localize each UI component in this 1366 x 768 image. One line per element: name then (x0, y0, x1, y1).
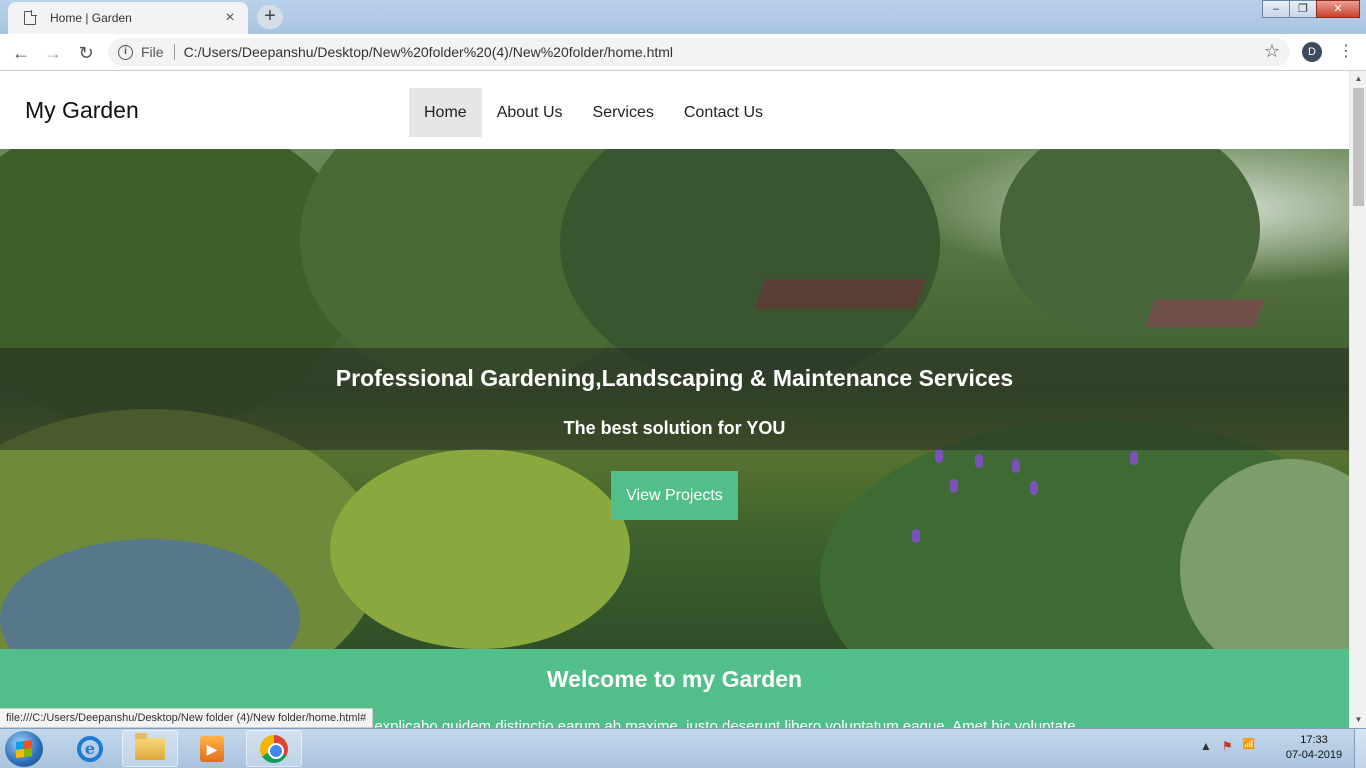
hero-flower (950, 479, 958, 493)
address-bar[interactable]: i File C:/Users/Deepanshu/Desktop/New%20… (108, 38, 1290, 66)
system-tray: ▲ ⚑ 📶 (1200, 739, 1255, 753)
hero-flower (912, 529, 920, 543)
chrome-icon (260, 734, 288, 763)
taskbar: e ▶ ▲ ⚑ 📶 17:33 07-04-2019 (0, 728, 1366, 768)
nav-home[interactable]: Home (409, 88, 482, 137)
scroll-down-icon[interactable]: ▼ (1350, 712, 1366, 728)
welcome-title: Welcome to my Garden (546, 666, 803, 692)
close-window-button[interactable]: ✕ (1316, 0, 1360, 18)
page-viewport: My Garden Home About Us Services Contact… (0, 71, 1366, 728)
page-scrollbar[interactable]: ▲ ▼ (1349, 71, 1366, 728)
taskbar-clock[interactable]: 17:33 07-04-2019 (1280, 733, 1348, 763)
view-projects-button[interactable]: View Projects (611, 471, 738, 520)
taskbar-chrome[interactable] (246, 730, 302, 767)
new-tab-button[interactable]: + (257, 5, 283, 29)
show-hidden-icons-icon[interactable]: ▲ (1200, 739, 1212, 753)
profile-avatar[interactable]: D (1302, 42, 1322, 62)
reload-button[interactable]: ↻ (73, 40, 99, 66)
scroll-thumb[interactable] (1353, 88, 1364, 206)
nav-about-us[interactable]: About Us (482, 88, 578, 137)
hero-title: Professional Gardening,Landscaping & Mai… (335, 365, 1014, 391)
hero-flower (975, 454, 983, 468)
hero-flower (1130, 451, 1138, 465)
browser-titlebar: Home | Garden × + – ❐ ✕ (0, 0, 1366, 34)
hero-flower (1012, 459, 1020, 473)
nav-contact-us[interactable]: Contact Us (669, 88, 778, 137)
clock-time: 17:33 (1300, 734, 1328, 746)
back-button[interactable]: ← (8, 40, 34, 66)
taskbar-media-player[interactable]: ▶ (184, 730, 240, 767)
taskbar-internet-explorer[interactable]: e (62, 730, 118, 767)
action-center-icon[interactable]: ⚑ (1222, 739, 1233, 753)
main-nav: Home About Us Services Contact Us (409, 88, 778, 137)
close-tab-icon[interactable]: × (222, 10, 238, 26)
taskbar-file-explorer[interactable] (122, 730, 178, 767)
scroll-up-icon[interactable]: ▲ (1350, 71, 1366, 87)
url-text[interactable]: C:/Users/Deepanshu/Desktop/New%20folder%… (184, 44, 673, 60)
bookmark-star-icon[interactable]: ☆ (1264, 41, 1280, 62)
file-explorer-icon (135, 732, 165, 760)
browser-tab[interactable]: Home | Garden × (8, 2, 248, 34)
hero-flower (935, 449, 943, 463)
browser-toolbar: ← → ↻ i File C:/Users/Deepanshu/Desktop/… (0, 34, 1366, 71)
site-header: My Garden Home About Us Services Contact… (0, 71, 1349, 149)
browser-menu-icon[interactable]: ⋮ (1338, 42, 1354, 62)
site-info-icon[interactable]: i (118, 44, 133, 60)
start-button[interactable] (5, 731, 43, 767)
hero-section: Professional Gardening,Landscaping & Mai… (0, 149, 1349, 649)
window-controls: – ❐ ✕ (1262, 0, 1360, 18)
clock-date: 07-04-2019 (1285, 749, 1343, 761)
internet-explorer-icon: e (77, 735, 103, 762)
hero-subtitle: The best solution for YOU (563, 418, 786, 438)
page-icon (24, 10, 37, 25)
tab-title: Home | Garden (50, 11, 132, 25)
status-bar-url: file:///C:/Users/Deepanshu/Desktop/New f… (0, 708, 374, 728)
show-desktop-button[interactable] (1354, 729, 1366, 768)
scheme-label: File (141, 44, 164, 60)
minimize-button[interactable]: – (1262, 0, 1290, 18)
hero-house-roof (1144, 299, 1266, 327)
address-separator (173, 44, 175, 60)
nav-services[interactable]: Services (578, 88, 669, 137)
site-logo[interactable]: My Garden (25, 97, 139, 124)
maximize-button[interactable]: ❐ (1289, 0, 1317, 18)
network-icon[interactable]: 📶 (1243, 739, 1255, 753)
hero-flower (1030, 481, 1038, 495)
forward-button[interactable]: → (40, 40, 66, 66)
media-player-icon: ▶ (200, 735, 224, 762)
hero-shrub (330, 449, 630, 649)
hero-house-roof (754, 279, 926, 309)
